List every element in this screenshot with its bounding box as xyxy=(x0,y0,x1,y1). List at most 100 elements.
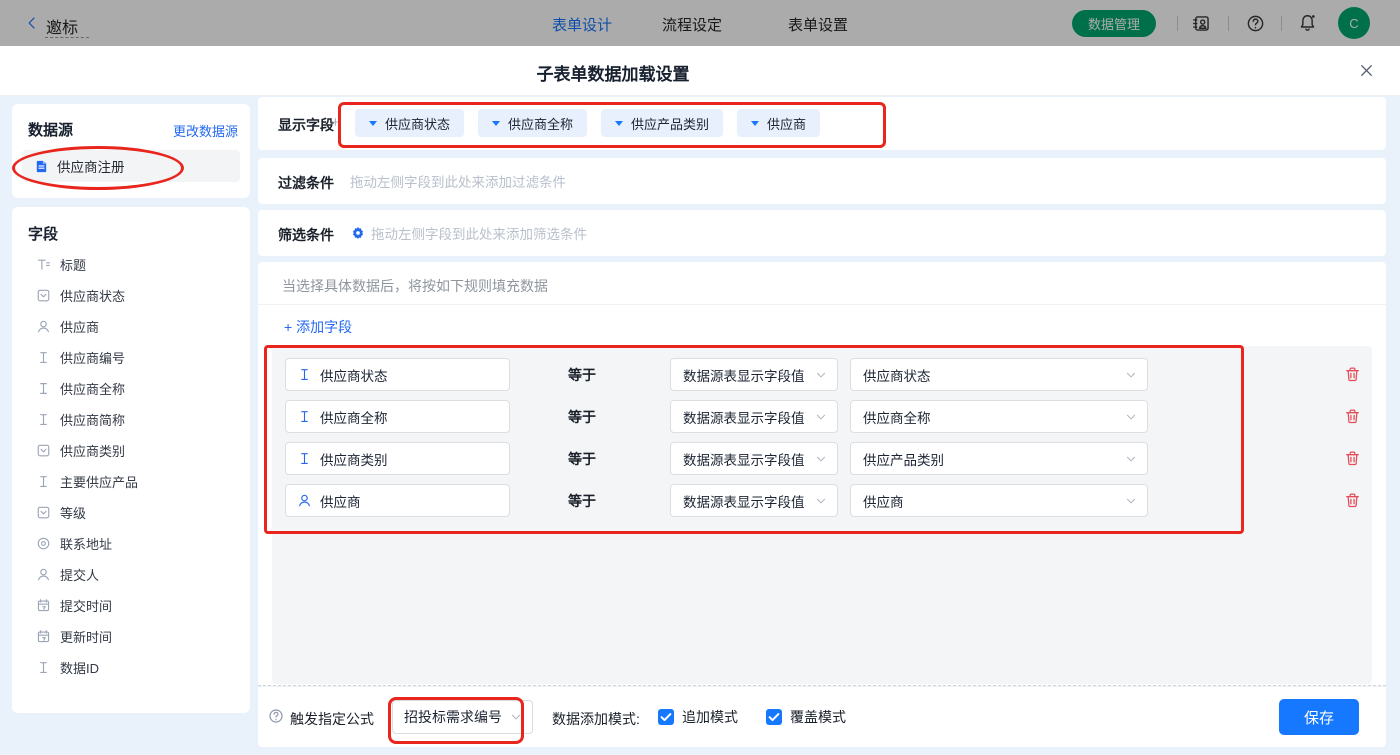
text-icon xyxy=(297,409,312,424)
text-icon xyxy=(36,660,51,675)
target-field-input[interactable]: 供应商类别 xyxy=(285,442,510,475)
field-item[interactable]: 标题 xyxy=(12,249,250,280)
datasource-item[interactable]: 供应商注册 xyxy=(22,150,240,182)
delete-row-icon[interactable] xyxy=(1344,450,1361,467)
trigger-formula-label: 触发指定公式 xyxy=(290,711,374,727)
source-type-select-value: 数据源表显示字段值 xyxy=(683,368,805,384)
display-field-tag-label: 供应产品类别 xyxy=(631,116,710,132)
filter-placeholder: 拖动左侧字段到此处来添加过滤条件 xyxy=(350,175,566,190)
person-icon xyxy=(36,567,51,582)
trigger-formula-select[interactable]: 招投标需求编号 xyxy=(392,700,533,734)
field-item[interactable]: 提交时间 xyxy=(12,590,250,621)
delete-row-icon[interactable] xyxy=(1344,492,1361,509)
field-item-label: 供应商编号 xyxy=(60,351,126,366)
filter-dropzone[interactable]: 拖动左侧字段到此处来添加过滤条件 xyxy=(350,158,1376,204)
operator-label: 等于 xyxy=(568,493,596,509)
sift-dropzone[interactable]: 拖动左侧字段到此处来添加筛选条件 xyxy=(371,210,1376,256)
target-field-input[interactable]: 供应商全称 xyxy=(285,400,510,433)
text-icon xyxy=(36,474,51,489)
select-icon xyxy=(36,288,51,303)
calendar-icon xyxy=(36,629,51,644)
field-item[interactable]: 供应商简称 xyxy=(12,404,250,435)
text-icon xyxy=(36,381,51,396)
close-icon[interactable] xyxy=(1358,62,1375,79)
field-item[interactable]: 数据ID xyxy=(12,652,250,683)
source-field-select-value: 供应商 xyxy=(863,494,904,510)
field-item[interactable]: 等级 xyxy=(12,497,250,528)
field-item[interactable]: 提交人 xyxy=(12,559,250,590)
select-icon xyxy=(36,443,51,458)
checkbox-checked-icon[interactable] xyxy=(658,709,674,725)
save-button[interactable]: 保存 xyxy=(1279,699,1359,735)
delete-row-icon[interactable] xyxy=(1344,366,1361,383)
top-nav: 邀标 表单设计 流程设定 表单设置 数据管理 C xyxy=(0,0,1400,46)
target-field-label: 供应商类别 xyxy=(320,452,388,468)
field-item[interactable]: 主要供应产品 xyxy=(12,466,250,497)
text-icon xyxy=(297,367,312,382)
source-type-select[interactable]: 数据源表显示字段值 xyxy=(670,358,838,391)
chevron-down-icon xyxy=(1124,452,1138,466)
chevron-down-icon xyxy=(814,410,828,424)
person-icon xyxy=(36,319,51,334)
mode-option[interactable]: 追加模式 xyxy=(658,707,738,727)
field-item[interactable]: 供应商类别 xyxy=(12,435,250,466)
gear-icon[interactable] xyxy=(351,226,365,240)
source-field-select-value: 供应商全称 xyxy=(863,410,931,426)
document-icon xyxy=(34,159,49,174)
chevron-down-icon xyxy=(1124,494,1138,508)
operator-label: 等于 xyxy=(568,367,596,383)
display-field-tag[interactable]: 供应商全称 xyxy=(478,109,588,137)
trigger-formula-value: 招投标需求编号 xyxy=(404,709,502,725)
display-fields-row: 显示字段 + 供应商状态 供应商全称 供应产品类别 供应商 xyxy=(258,97,1386,150)
display-field-tag[interactable]: 供应产品类别 xyxy=(601,109,724,137)
title-icon xyxy=(36,257,51,272)
source-type-select[interactable]: 数据源表显示字段值 xyxy=(670,484,838,517)
add-display-field-button[interactable]: + xyxy=(331,114,340,131)
source-type-select-value: 数据源表显示字段值 xyxy=(683,410,805,426)
change-datasource-link[interactable]: 更改数据源 xyxy=(173,121,238,140)
rules-panel: 供应商状态 等于 数据源表显示字段值 供应商状态 供应商全称 等于 数据源表显示字段值 供应商… xyxy=(272,346,1372,684)
field-item[interactable]: 供应商状态 xyxy=(12,280,250,311)
checkbox-checked-icon[interactable] xyxy=(766,709,782,725)
filter-row: 过滤条件 拖动左侧字段到此处来添加过滤条件 xyxy=(258,158,1386,204)
footer-bar: 触发指定公式 招投标需求编号 数据添加模式: 追加模式 覆盖模式 保存 xyxy=(258,687,1386,747)
source-field-select[interactable]: 供应商状态 xyxy=(850,358,1148,391)
field-item-label: 供应商简称 xyxy=(60,413,126,428)
operator-label: 等于 xyxy=(568,451,596,467)
divider xyxy=(258,304,1386,305)
field-item-label: 提交人 xyxy=(60,568,100,583)
field-item-label: 更新时间 xyxy=(60,630,113,645)
display-field-tag[interactable]: 供应商状态 xyxy=(355,109,465,137)
caret-down-icon xyxy=(492,121,501,130)
datasource-heading: 数据源 xyxy=(28,122,74,139)
add-field-link[interactable]: + 添加字段 xyxy=(284,317,352,337)
question-circle-icon[interactable] xyxy=(268,708,284,724)
target-field-input[interactable]: 供应商 xyxy=(285,484,510,517)
field-item[interactable]: 供应商编号 xyxy=(12,342,250,373)
display-field-tag[interactable]: 供应商 xyxy=(737,109,821,137)
source-type-select[interactable]: 数据源表显示字段值 xyxy=(670,400,838,433)
source-field-select-value: 供应商状态 xyxy=(863,368,931,384)
field-item[interactable]: 联系地址 xyxy=(12,528,250,559)
mode-option[interactable]: 覆盖模式 xyxy=(766,707,846,727)
field-item-label: 供应商类别 xyxy=(60,444,126,459)
field-item[interactable]: 更新时间 xyxy=(12,621,250,652)
filter-label: 过滤条件 xyxy=(278,175,334,191)
fill-rules-card: 当选择具体数据后，将按如下规则填充数据 + 添加字段 供应商状态 等于 数据源表显示… xyxy=(258,262,1386,686)
chevron-down-icon xyxy=(1124,368,1138,382)
target-field-input[interactable]: 供应商状态 xyxy=(285,358,510,391)
display-field-tag-label: 供应商状态 xyxy=(385,116,451,132)
mode-option-label: 追加模式 xyxy=(682,709,738,725)
source-field-select-value: 供应产品类别 xyxy=(863,452,944,468)
field-item[interactable]: 供应商 xyxy=(12,311,250,342)
source-type-select[interactable]: 数据源表显示字段值 xyxy=(670,442,838,475)
delete-row-icon[interactable] xyxy=(1344,408,1361,425)
field-item[interactable]: 供应商全称 xyxy=(12,373,250,404)
mode-option-label: 覆盖模式 xyxy=(790,709,846,725)
text-icon xyxy=(36,350,51,365)
field-item-label: 数据ID xyxy=(60,661,100,676)
source-field-select[interactable]: 供应产品类别 xyxy=(850,442,1148,475)
chevron-down-icon xyxy=(814,452,828,466)
source-field-select[interactable]: 供应商全称 xyxy=(850,400,1148,433)
source-field-select[interactable]: 供应商 xyxy=(850,484,1148,517)
